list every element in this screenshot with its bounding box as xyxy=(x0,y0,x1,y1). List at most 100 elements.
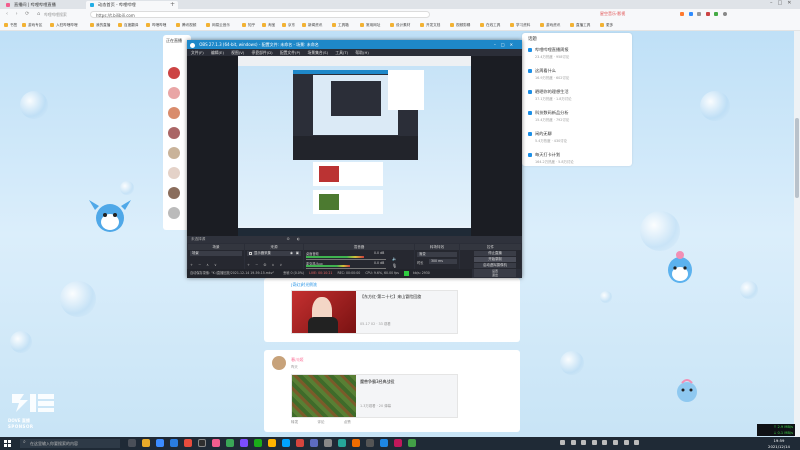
share-button[interactable]: 转发 xyxy=(291,420,298,424)
bookmark-item[interactable]: 腾讯视频 xyxy=(176,22,196,28)
page-scrollbar[interactable] xyxy=(794,31,800,437)
source-controls[interactable]: + − ⚙ ∧ ∨ xyxy=(247,263,284,267)
bilibili-taskbar-icon[interactable] xyxy=(212,439,220,447)
speaker-icon[interactable]: 🔈 xyxy=(392,256,397,261)
obs-window-controls[interactable]: –□✕ xyxy=(494,40,518,49)
bookmark-item[interactable]: 百度翻译 xyxy=(118,22,138,28)
nav-buttons[interactable]: ‹ › ⟳ ⌂ xyxy=(6,11,43,17)
bookmark-item[interactable]: 视频剪辑 xyxy=(450,22,470,28)
menu-icon[interactable] xyxy=(722,12,727,16)
app-icon[interactable] xyxy=(366,439,374,447)
bookmark-item[interactable]: 我的直播 xyxy=(90,22,110,28)
tab-feed[interactable]: 动态首页 - 哔哩哔哩 xyxy=(86,1,178,9)
scene-controls[interactable]: + − ∧ ∨ xyxy=(190,263,219,267)
wechat-icon[interactable] xyxy=(254,439,262,447)
tab-live-room[interactable]: 直播间 | 哔哩哔哩直播 xyxy=(2,1,94,9)
bookmark-item[interactable]: 淘宝 xyxy=(262,22,275,28)
video-thumbnail[interactable] xyxy=(292,375,356,417)
ext-icon[interactable] xyxy=(705,12,710,16)
taskbar-search-input[interactable]: 在这里输入你要搜索的内容 xyxy=(20,439,120,448)
app-icon[interactable] xyxy=(296,439,304,447)
app-icon[interactable] xyxy=(380,439,388,447)
menu-view[interactable]: 视图(V) xyxy=(231,50,244,55)
video-thumbnail[interactable] xyxy=(292,291,356,333)
app-icon[interactable] xyxy=(240,439,248,447)
extension-label[interactable]: 星空音乐·影视 xyxy=(600,11,625,17)
file-explorer-icon[interactable] xyxy=(142,439,150,447)
avatar[interactable] xyxy=(168,67,180,79)
wifi-icon[interactable] xyxy=(623,440,629,445)
bookmark-item[interactable]: 网易云音乐 xyxy=(206,22,230,28)
ext-icon[interactable] xyxy=(688,12,693,16)
video-embed[interactable]: 魔兽争霸3经典战役 1.3万观看 · 20 弹幕 xyxy=(291,374,458,418)
bookmark-item[interactable]: 新闻资讯 xyxy=(302,22,322,28)
microphone-icon[interactable]: 🎙 xyxy=(392,263,397,268)
avatar[interactable] xyxy=(168,147,180,159)
avatar[interactable] xyxy=(168,207,180,219)
app-icon[interactable] xyxy=(394,439,402,447)
bookmark-item[interactable]: 常用网址 xyxy=(360,22,380,28)
eye-icon[interactable]: ◉ xyxy=(290,251,293,256)
search-box[interactable]: 哔哩哔哩搜索 xyxy=(44,11,86,18)
scrollbar-thumb[interactable] xyxy=(795,118,799,198)
gear-icon[interactable]: ⚙ xyxy=(287,237,290,241)
obs-taskbar-icon[interactable] xyxy=(198,439,206,447)
task-view-icon[interactable] xyxy=(128,439,136,447)
bookmark-item[interactable]: 直播工具 xyxy=(570,22,590,28)
bookmark-item[interactable]: 在线工具 xyxy=(480,22,500,28)
filter-icon[interactable]: ◐ xyxy=(297,237,300,241)
start-recording-button[interactable]: 开始录制 xyxy=(474,257,516,262)
extension-icons[interactable] xyxy=(680,12,770,17)
bookmark-item[interactable]: 哔哩哔哩 xyxy=(146,22,166,28)
browser-app-icon[interactable] xyxy=(156,439,164,447)
app-icon[interactable] xyxy=(352,439,360,447)
new-tab-plus-icon[interactable]: + xyxy=(170,1,175,8)
bookmark-item[interactable]: 游戏资讯 xyxy=(540,22,560,28)
taskbar-clock[interactable]: 19:59 2021/12/14 xyxy=(760,438,798,449)
bookmark-item[interactable]: 设计素材 xyxy=(390,22,410,28)
avatar[interactable] xyxy=(168,87,180,99)
bookmark-item[interactable]: 入驻哔哩哔哩 xyxy=(50,22,78,28)
ext-icon[interactable] xyxy=(697,12,702,16)
menu-file[interactable]: 文件(F) xyxy=(191,50,204,55)
app-icon[interactable] xyxy=(310,439,318,447)
exit-button[interactable]: 退出 xyxy=(474,273,516,277)
source-item[interactable]: 显示器采集 ◉ ▣ xyxy=(247,251,301,256)
bookmark-item[interactable]: 书签 xyxy=(4,22,17,28)
duration-input[interactable]: 300 ms xyxy=(429,259,457,264)
tray-icon[interactable] xyxy=(591,440,597,445)
window-controls[interactable]: –□✕ xyxy=(770,0,796,6)
menu-docks[interactable]: 停靠部件(D) xyxy=(252,50,273,55)
card-label[interactable]: [奇幻]时光倒流 xyxy=(291,282,317,288)
app-icon[interactable] xyxy=(408,439,416,447)
tray-icon[interactable] xyxy=(560,440,565,445)
bookmark-item[interactable]: 工具箱 xyxy=(332,22,349,28)
bookmark-item[interactable]: 知乎 xyxy=(242,22,255,28)
avatar[interactable] xyxy=(168,107,180,119)
comment-button[interactable]: 评论 xyxy=(317,420,324,424)
obs-preview[interactable] xyxy=(187,56,522,236)
bookmark-item[interactable]: 更多 xyxy=(600,22,613,28)
bookmark-item[interactable]: 游戏专区 xyxy=(22,22,42,28)
app-icon[interactable] xyxy=(338,439,346,447)
address-bar[interactable]: https://t.bilibili.com xyxy=(90,11,430,18)
menu-edit[interactable]: 编辑(E) xyxy=(211,50,224,55)
bookmark-item[interactable]: 京东 xyxy=(282,22,295,28)
like-button[interactable]: 点赞 xyxy=(344,420,351,424)
menu-tools[interactable]: 工具(T) xyxy=(335,50,348,55)
volume-icon[interactable] xyxy=(634,440,640,445)
tray-icon[interactable] xyxy=(602,440,608,445)
tray-icon[interactable] xyxy=(581,440,587,445)
scene-item[interactable]: 场景 xyxy=(190,251,242,256)
app-icon[interactable] xyxy=(268,439,276,447)
ext-icon[interactable] xyxy=(714,12,719,16)
tray-icon[interactable] xyxy=(570,440,576,445)
avatar[interactable] xyxy=(168,127,180,139)
qq-icon[interactable] xyxy=(282,439,290,447)
avatar[interactable] xyxy=(168,187,180,199)
bookmark-item[interactable]: 开发文档 xyxy=(420,22,440,28)
stop-streaming-button[interactable]: 停止直播 xyxy=(474,251,516,256)
menu-scenes[interactable]: 场景集合(S) xyxy=(308,50,329,55)
tray-icon[interactable] xyxy=(612,440,618,445)
video-title[interactable]: 【东方红·第二十七】来山冒险回旋 xyxy=(360,294,455,300)
